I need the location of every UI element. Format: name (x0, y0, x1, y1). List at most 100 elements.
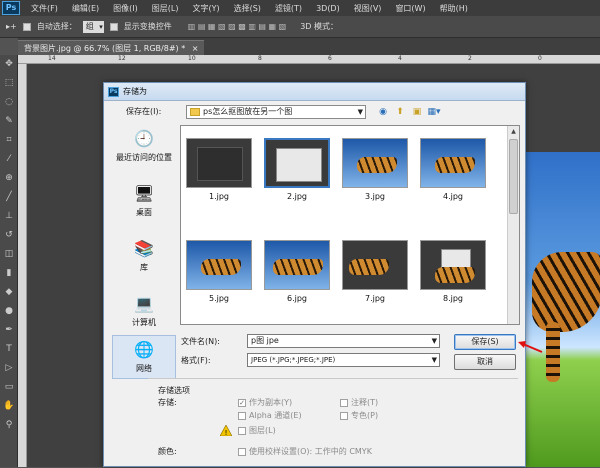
notes-option[interactable]: 注释(T) (340, 397, 378, 408)
healing-brush-icon[interactable]: ⊕ (0, 169, 18, 188)
as-copy-option[interactable]: ✓ 作为副本(Y) (238, 397, 292, 408)
back-icon[interactable]: ◉ (376, 105, 390, 119)
zoom-tool-icon[interactable]: ⚲ (0, 416, 18, 435)
pen-tool-icon[interactable]: ✒ (0, 321, 18, 340)
file-item[interactable]: 6.jpg (261, 236, 333, 320)
menu-image[interactable]: 图像(I) (106, 3, 145, 14)
place-network[interactable]: 🌐 网络 (112, 335, 176, 379)
proof-setup-option[interactable]: 使用校样设置(O): 工作中的 CMYK (238, 446, 372, 457)
file-item[interactable]: 3.jpg (339, 134, 411, 218)
quick-select-icon[interactable]: ✎ (0, 112, 18, 131)
warning-icon: ! (220, 425, 232, 436)
path-select-icon[interactable]: ▷ (0, 359, 18, 378)
file-item[interactable]: 4.jpg (417, 134, 489, 218)
file-name: 3.jpg (364, 192, 385, 201)
alpha-option[interactable]: Alpha 通道(E) (238, 410, 302, 421)
filename-input[interactable]: p图 jpe ▼ (247, 334, 440, 348)
scroll-up-icon[interactable]: ▲ (508, 126, 519, 137)
filename-value: p图 jpe (251, 336, 279, 345)
place-recent[interactable]: 🕘 最近访问的位置 (112, 125, 176, 180)
brush-tool-icon[interactable]: ╱ (0, 188, 18, 207)
format-dropdown[interactable]: JPEG (*.JPG;*.JPEG;*.JPE) ▼ (247, 353, 440, 367)
place-desktop[interactable]: 🖥 桌面 (112, 180, 176, 235)
menu-window[interactable]: 窗口(W) (388, 3, 432, 14)
checkbox[interactable] (340, 398, 348, 407)
file-item[interactable]: 5.jpg (183, 236, 255, 320)
layers-option[interactable]: 图层(L) (238, 425, 276, 436)
clone-stamp-icon[interactable]: ⊥ (0, 207, 18, 226)
auto-select-dropdown[interactable]: 组 (82, 20, 104, 33)
dodge-tool-icon[interactable]: ● (0, 302, 18, 321)
checkbox[interactable] (238, 447, 246, 456)
auto-select-checkbox[interactable] (22, 22, 31, 31)
file-thumbnail (186, 240, 252, 290)
type-tool-icon[interactable]: T (0, 340, 18, 359)
align-icons[interactable]: ▥ ▤ ▦ ▧ ▨ ▩ ▥ ▤ ▦ ▧ (188, 22, 286, 31)
file-item[interactable]: 2.jpg (261, 134, 333, 218)
view-menu-icon[interactable]: ▦▾ (427, 105, 441, 119)
checkbox[interactable] (238, 411, 246, 420)
scroll-thumb[interactable] (509, 139, 518, 214)
move-tool-icon[interactable]: ▸+ (6, 22, 17, 31)
shape-tool-icon[interactable]: ▭ (0, 378, 18, 397)
place-label: 网络 (136, 364, 152, 373)
cancel-button[interactable]: 取消 (454, 354, 516, 370)
menu-edit[interactable]: 编辑(E) (65, 3, 106, 14)
history-brush-icon[interactable]: ↺ (0, 226, 18, 245)
crop-tool-icon[interactable]: ⌗ (0, 131, 18, 150)
file-item[interactable]: 1.jpg (183, 134, 255, 218)
place-computer[interactable]: 💻 计算机 (112, 290, 176, 335)
chevron-down-icon[interactable]: ▼ (432, 335, 437, 347)
checkbox[interactable] (238, 426, 246, 435)
new-folder-icon[interactable]: ▣ (410, 105, 424, 119)
save-as-dialog: Ps 存储为 保存在(I): ps怎么抠图放在另一个图 ▼ ◉ ⬆ ▣ ▦▾ 🕘… (103, 82, 526, 467)
document-tab-bar: 背景图片.jpg @ 66.7% (图层 1, RGB/8#) * × (18, 38, 600, 55)
ruler-mark: 8 (258, 55, 262, 62)
file-item[interactable]: 8.jpg (417, 236, 489, 320)
eyedropper-icon[interactable]: ⁄ (0, 150, 18, 169)
move-tool-icon[interactable]: ✥ (0, 55, 18, 74)
file-name: 2.jpg (286, 192, 307, 201)
menu-help[interactable]: 帮助(H) (433, 3, 475, 14)
save-label: 存储: (158, 398, 177, 407)
file-thumbnail (420, 240, 486, 290)
checkbox[interactable]: ✓ (238, 398, 246, 407)
hand-tool-icon[interactable]: ✋ (0, 397, 18, 416)
folder-icon (190, 108, 200, 116)
lookin-dropdown[interactable]: ps怎么抠图放在另一个图 ▼ (186, 105, 366, 119)
svg-text:!: ! (225, 429, 228, 436)
menu-layer[interactable]: 图层(L) (145, 3, 186, 14)
up-folder-icon[interactable]: ⬆ (393, 105, 407, 119)
show-transform-checkbox[interactable] (109, 22, 118, 31)
photoshop-logo: Ps (2, 1, 20, 15)
lasso-tool-icon[interactable]: ◌ (0, 93, 18, 112)
file-name: 7.jpg (364, 294, 385, 303)
eraser-icon[interactable]: ◫ (0, 245, 18, 264)
tab-close-icon[interactable]: × (192, 44, 199, 53)
menu-filter[interactable]: 滤镜(T) (268, 3, 309, 14)
gradient-tool-icon[interactable]: ▮ (0, 264, 18, 283)
spot-option[interactable]: 专色(P) (340, 410, 378, 421)
dialog-titlebar[interactable]: Ps 存储为 (104, 83, 525, 101)
file-item[interactable]: 7.jpg (339, 236, 411, 320)
blur-tool-icon[interactable]: ◆ (0, 283, 18, 302)
menu-file[interactable]: 文件(F) (24, 3, 65, 14)
spot-label: 专色(P) (351, 411, 379, 420)
ruler-mark: 14 (48, 55, 56, 62)
file-list-scrollbar[interactable]: ▲ (507, 126, 519, 324)
menu-view[interactable]: 视图(V) (347, 3, 389, 14)
file-name: 6.jpg (286, 294, 307, 303)
menu-3d[interactable]: 3D(D) (309, 4, 347, 13)
file-thumbnail (420, 138, 486, 188)
marquee-tool-icon[interactable]: ⬚ (0, 74, 18, 93)
menu-type[interactable]: 文字(Y) (185, 3, 226, 14)
save-button[interactable]: 保存(S) (454, 334, 516, 350)
tiger-leg (546, 322, 560, 382)
checkbox[interactable] (340, 411, 348, 420)
menu-select[interactable]: 选择(S) (227, 3, 268, 14)
format-label: 格式(F): (181, 356, 211, 365)
file-list[interactable]: 1.jpg 2.jpg 3.jpg 4.jpg 5.jpg 6.jpg 7.jp… (180, 125, 520, 325)
document-tab[interactable]: 背景图片.jpg @ 66.7% (图层 1, RGB/8#) * × (18, 40, 205, 55)
place-library[interactable]: 📚 库 (112, 235, 176, 290)
place-label: 库 (140, 263, 148, 272)
